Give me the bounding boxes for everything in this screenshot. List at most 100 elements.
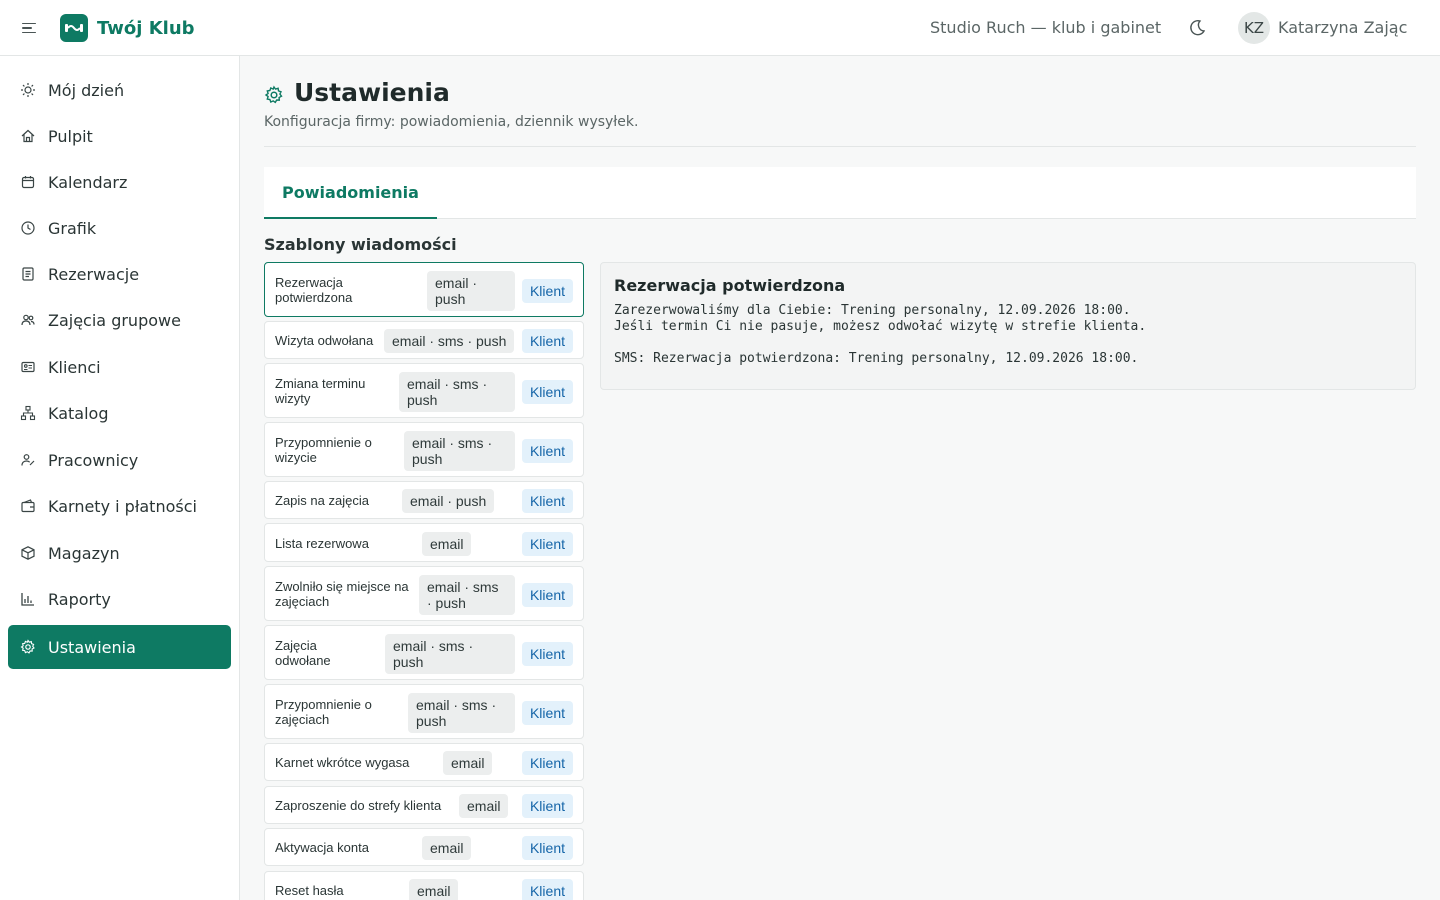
- template-preview: Rezerwacja potwierdzona Zarezerwowaliśmy…: [600, 262, 1416, 390]
- sidebar-item-klienci[interactable]: Klienci: [8, 345, 231, 389]
- tab-bar: Powiadomienia: [264, 167, 1416, 219]
- sidebar-item-label: Mój dzień: [48, 81, 125, 100]
- template-channels: email · sms · push: [384, 329, 515, 353]
- gear-icon: [264, 85, 283, 104]
- sidebar-item-rezerwacje[interactable]: Rezerwacje: [8, 252, 231, 296]
- avatar[interactable]: KZ: [1238, 12, 1270, 44]
- calendar-icon: [21, 176, 35, 189]
- box-icon: [21, 546, 35, 560]
- preview-email-line: Jeśli termin Ci nie pasuje, możesz odwoł…: [614, 319, 1147, 334]
- preview-sms-line: SMS: Rezerwacja potwierdzona: Trening pe…: [614, 351, 1139, 366]
- template-name: Wizyta odwołana: [275, 333, 374, 348]
- sidebar-item-label: Pulpit: [48, 127, 93, 146]
- template-name: Zapis na zajęcia: [275, 493, 369, 508]
- template-audience-badge: Klient: [521, 489, 573, 513]
- template-name: Przypomnienie o zajęciach: [275, 697, 372, 727]
- template-audience-badge: Klient: [521, 279, 573, 303]
- sidebar-item-label: Magazyn: [48, 544, 120, 563]
- template-item[interactable]: Reset hasła email Klient: [264, 871, 584, 900]
- sidebar-item-label: Ustawienia: [48, 638, 136, 657]
- template-audience-badge: Klient: [521, 329, 573, 353]
- template-channels: email: [422, 836, 472, 860]
- template-name: Przypomnienie o wizycie: [275, 435, 372, 465]
- template-name: Zmiana terminu wizyty: [275, 376, 366, 406]
- preview-email-line: Zarezerwowaliśmy dla Ciebie: Trening per…: [614, 303, 1131, 318]
- template-channels: email: [422, 532, 472, 556]
- template-channels: email · sms · push: [408, 693, 515, 733]
- section-title: Szablony wiadomości: [264, 235, 457, 254]
- document-icon: [22, 267, 34, 281]
- gear-icon: [20, 639, 35, 654]
- sidebar-item-zajecia-grupowe[interactable]: Zajęcia grupowe: [8, 298, 231, 342]
- template-name: Reset hasła: [275, 883, 344, 898]
- sidebar-item-label: Katalog: [48, 404, 109, 423]
- preview-body: Zarezerwowaliśmy dla Ciebie: Trening per…: [614, 303, 1146, 367]
- template-audience-badge: Klient: [521, 439, 573, 463]
- template-item[interactable]: Zmiana terminu wizyty email · sms · push…: [264, 363, 584, 418]
- sidebar-item-karnety-i-platnosci[interactable]: Karnety i płatności: [8, 484, 231, 528]
- brand-name: Twój Klub: [97, 17, 195, 39]
- user-name[interactable]: Katarzyna Zając: [1278, 18, 1407, 37]
- template-item[interactable]: Rezerwacja potwierdzona email · push Kli…: [264, 262, 584, 317]
- template-name: Zwolniło się miejsce na zajęciach: [275, 579, 409, 609]
- top-bar: Twój Klub Studio Ruch — klub i gabinet K…: [0, 0, 1440, 56]
- bar-chart-icon: [21, 593, 34, 606]
- sidebar-item-label: Raporty: [48, 590, 111, 609]
- template-item[interactable]: Przypomnienie o zajęciach email · sms · …: [264, 684, 584, 739]
- template-audience-badge: Klient: [521, 583, 573, 607]
- template-item[interactable]: Lista rezerwowa email Klient: [264, 523, 584, 562]
- sidebar-item-pracownicy[interactable]: Pracownicy: [8, 438, 231, 482]
- sidebar-item-katalog[interactable]: Katalog: [8, 391, 231, 435]
- hierarchy-icon: [20, 405, 36, 421]
- sidebar-item-kalendarz[interactable]: Kalendarz: [8, 160, 231, 204]
- sidebar-item-raporty[interactable]: Raporty: [8, 577, 231, 621]
- home-icon: [21, 129, 35, 143]
- sidebar-item-grafik[interactable]: Grafik: [8, 206, 231, 250]
- template-item[interactable]: Karnet wkrótce wygasa email Klient: [264, 743, 584, 781]
- template-item[interactable]: Wizyta odwołana email · sms · push Klien…: [264, 321, 584, 359]
- tab-powiadomienia[interactable]: Powiadomienia: [264, 167, 437, 219]
- template-channels: email: [443, 751, 493, 775]
- preview-title: Rezerwacja potwierdzona: [614, 276, 846, 295]
- sidebar-item-moj-dzien[interactable]: Mój dzień: [8, 68, 231, 112]
- sidebar-item-magazyn[interactable]: Magazyn: [8, 531, 231, 575]
- organization-name: Studio Ruch — klub i gabinet: [930, 18, 1162, 37]
- staff-icon: [21, 454, 35, 466]
- template-item[interactable]: Zapis na zajęcia email · push Klient: [264, 481, 584, 519]
- template-item[interactable]: Zwolniło się miejsce na zajęciach email …: [264, 566, 584, 621]
- template-item[interactable]: Przypomnienie o wizycie email · sms · pu…: [264, 422, 584, 477]
- menu-icon[interactable]: [22, 18, 42, 38]
- sidebar-item-pulpit[interactable]: Pulpit: [8, 114, 231, 158]
- template-channels: email · sms · push: [399, 372, 515, 412]
- template-audience-badge: Klient: [521, 532, 573, 556]
- sidebar-item-label: Grafik: [48, 219, 97, 238]
- brand[interactable]: Twój Klub: [60, 14, 195, 42]
- page-title: Ustawienia: [294, 78, 450, 107]
- wallet-icon: [21, 499, 35, 513]
- sidebar-item-label: Kalendarz: [48, 173, 128, 192]
- template-audience-badge: Klient: [521, 836, 573, 860]
- sidebar-item-ustawienia[interactable]: Ustawienia: [8, 625, 231, 669]
- sidebar-item-label: Karnety i płatności: [48, 497, 197, 516]
- template-item[interactable]: Zaproszenie do strefy klienta email Klie…: [264, 786, 584, 824]
- template-channels: email · push: [427, 271, 515, 311]
- template-channels: email: [459, 794, 509, 818]
- template-audience-badge: Klient: [521, 380, 573, 404]
- template-name: Rezerwacja potwierdzona: [275, 275, 353, 305]
- template-channels: email · sms · push: [385, 634, 515, 674]
- template-list: Rezerwacja potwierdzona email · push Kli…: [264, 262, 584, 900]
- sidebar-item-label: Klienci: [48, 358, 101, 377]
- sidebar-item-label: Pracownicy: [48, 451, 139, 470]
- template-audience-badge: Klient: [521, 751, 573, 775]
- template-name: Zaproszenie do strefy klienta: [275, 798, 442, 813]
- template-audience-badge: Klient: [521, 879, 573, 900]
- sidebar-item-label: Rezerwacje: [48, 265, 140, 284]
- template-audience-badge: Klient: [521, 701, 573, 725]
- template-name: Karnet wkrótce wygasa: [275, 755, 410, 770]
- template-item[interactable]: Zajęcia odwołane email · sms · push Klie…: [264, 625, 584, 680]
- moon-icon[interactable]: [1186, 17, 1208, 39]
- template-item[interactable]: Aktywacja konta email Klient: [264, 828, 584, 866]
- template-name: Aktywacja konta: [275, 840, 369, 855]
- template-name: Lista rezerwowa: [275, 536, 369, 551]
- template-channels: email · push: [402, 489, 495, 513]
